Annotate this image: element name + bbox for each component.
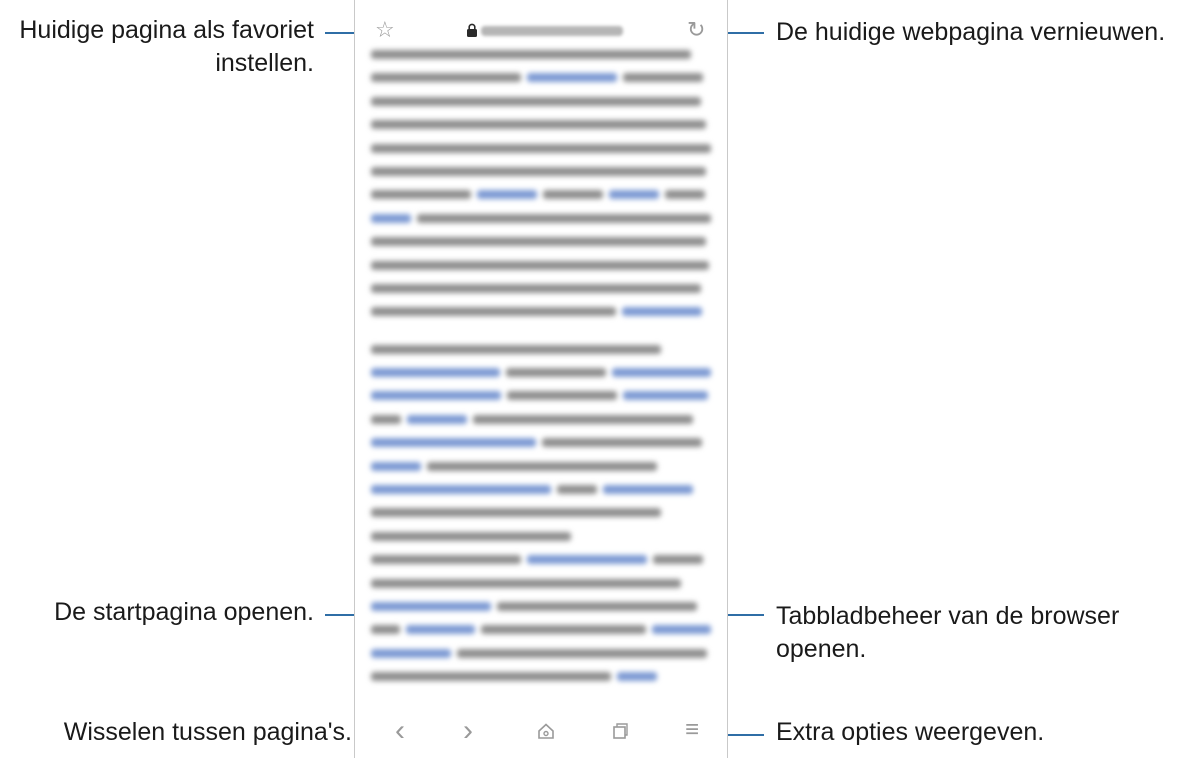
browser-screen: ☆ ↻ ‹ › ≡ xyxy=(354,0,728,758)
refresh-icon[interactable]: ↻ xyxy=(687,17,705,43)
webpage-content xyxy=(371,50,711,690)
callout-tabs-line1: Tabbladbeheer van de browser xyxy=(776,602,1120,630)
callout-navigate: Wisselen tussen pagina's. xyxy=(63,718,352,746)
lock-icon xyxy=(466,23,478,42)
callout-favorite-line2: instellen. xyxy=(215,49,314,77)
bottom-toolbar: ‹ › ≡ xyxy=(355,688,727,758)
callout-tabs-line2: openen. xyxy=(776,635,867,663)
back-icon[interactable]: ‹ xyxy=(395,716,405,746)
callout-more: Extra opties weergeven. xyxy=(776,718,1045,746)
callout-tabs: Tabbladbeheer van de browser openen. xyxy=(776,600,1186,666)
star-icon[interactable]: ☆ xyxy=(375,17,395,43)
menu-icon[interactable]: ≡ xyxy=(685,718,699,742)
callout-favorite: Huidige pagina als favoriet instellen. xyxy=(0,14,314,80)
home-icon[interactable] xyxy=(537,722,555,745)
tabs-icon[interactable] xyxy=(611,722,629,745)
callout-home: De startpagina openen. xyxy=(54,598,314,626)
forward-icon[interactable]: › xyxy=(463,716,473,746)
url-text[interactable] xyxy=(481,26,623,36)
callout-refresh: De huidige webpagina vernieuwen. xyxy=(776,18,1166,46)
callout-favorite-line1: Huidige pagina als favoriet xyxy=(19,16,314,44)
